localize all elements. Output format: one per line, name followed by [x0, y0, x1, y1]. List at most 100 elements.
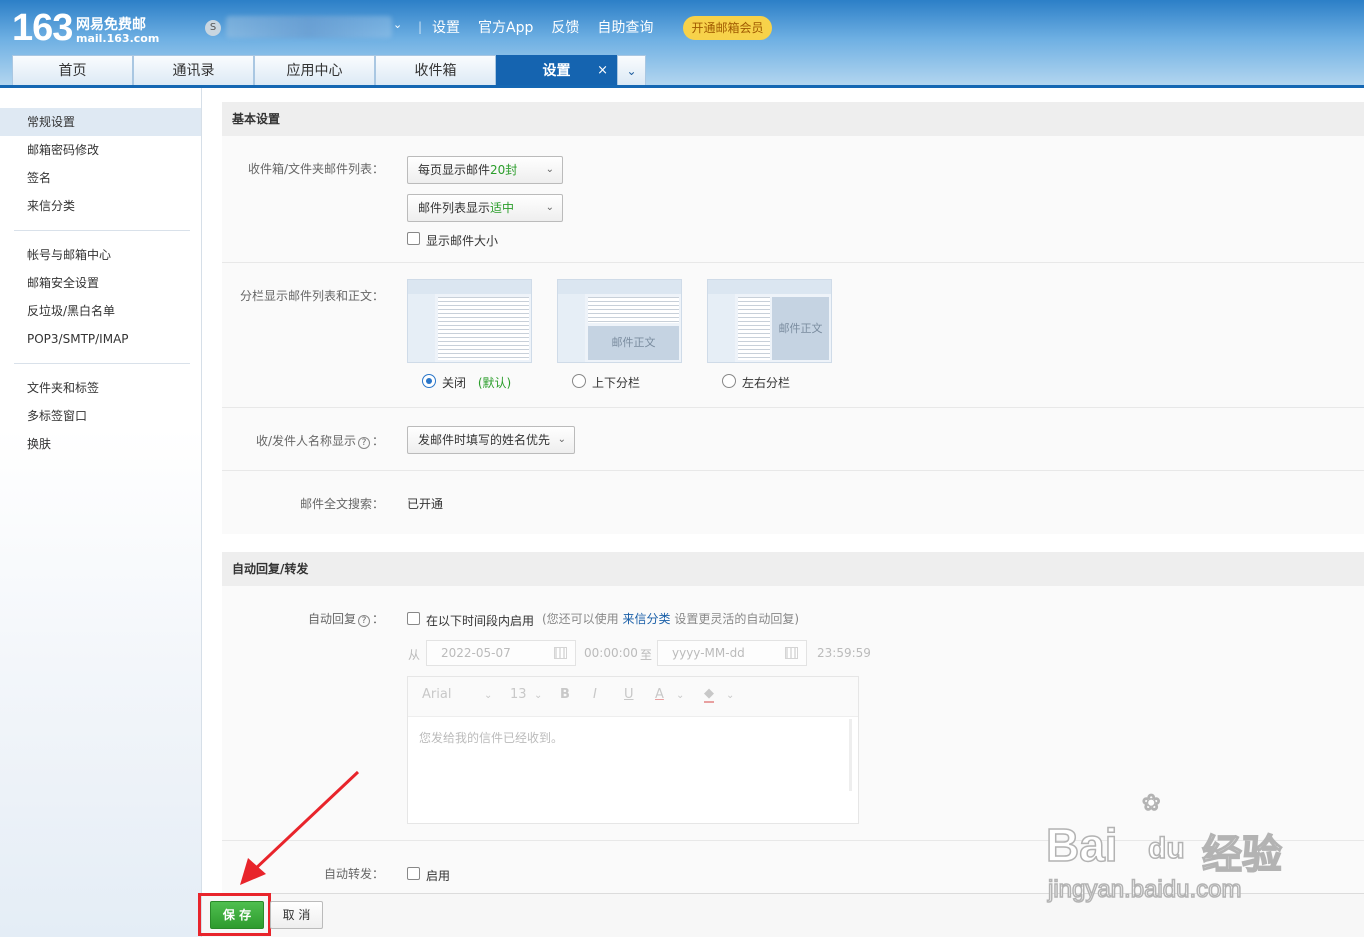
- show-size-checkbox[interactable]: [407, 232, 420, 245]
- per-page-select[interactable]: 每页显示邮件20封 ⌄: [407, 156, 563, 184]
- annotation-arrow: [240, 770, 360, 885]
- sidebar-item-general[interactable]: 常规设置: [0, 108, 201, 136]
- forward-checkbox[interactable]: [407, 867, 420, 880]
- sidebar-item-signature[interactable]: 签名: [0, 164, 201, 192]
- divider: [14, 363, 190, 364]
- auto-reply-checkbox[interactable]: [407, 612, 420, 625]
- highlight-icon[interactable]: ◆: [704, 687, 714, 703]
- vip-button[interactable]: 开通邮箱会员: [683, 16, 772, 40]
- start-date-input[interactable]: 2022-05-07: [426, 640, 576, 666]
- tab-bar: 首页 通讯录 应用中心 收件箱 设置 × ⌄: [12, 55, 646, 86]
- preview-bar: [558, 280, 681, 294]
- split-default-text: (默认): [477, 376, 512, 390]
- split-off-preview[interactable]: [407, 279, 532, 363]
- link-feedback[interactable]: 反馈: [551, 17, 579, 37]
- tab-app-center[interactable]: 应用中心: [254, 55, 375, 86]
- density-select[interactable]: 邮件列表显示适中 ⌄: [407, 194, 563, 222]
- divider: [222, 262, 1364, 263]
- link-self-service[interactable]: 自助查询: [597, 17, 653, 37]
- filters-link[interactable]: 来信分类: [623, 612, 671, 626]
- watermark-brand: Bai: [1045, 818, 1118, 872]
- tab-inbox[interactable]: 收件箱: [375, 55, 496, 86]
- chevron-down-icon: ⌄: [545, 164, 554, 175]
- start-time: 00:00:00: [584, 646, 638, 660]
- help-icon[interactable]: ?: [357, 437, 370, 449]
- sidebar-item-filters[interactable]: 来信分类: [0, 192, 201, 220]
- logo-domain: mail.163.com: [76, 32, 160, 45]
- end-date-input[interactable]: yyyy-MM-dd: [657, 640, 807, 666]
- logo-name: 网易免费邮: [76, 17, 146, 33]
- calendar-icon[interactable]: [554, 647, 567, 659]
- editor-toolbar: Arial ⌄ 13 ⌄ B I U A ⌄ ◆ ⌄: [408, 677, 858, 717]
- split-lr-label: 左右分栏: [742, 376, 791, 390]
- link-settings[interactable]: 设置: [432, 17, 460, 37]
- logo-number: 163: [12, 7, 73, 49]
- tab-settings[interactable]: 设置 ×: [496, 55, 617, 86]
- chevron-down-icon: ⌄: [726, 690, 735, 701]
- show-size-label: 显示邮件大小: [426, 234, 499, 248]
- bold-icon[interactable]: B: [560, 687, 570, 702]
- cancel-button[interactable]: 取 消: [270, 901, 323, 929]
- section-basic-header: 基本设置: [222, 102, 1364, 136]
- sidebar: 常规设置 邮箱密码修改 签名 来信分类 帐号与邮箱中心 邮箱安全设置 反垃圾/黑…: [0, 88, 202, 937]
- tab-contacts[interactable]: 通讯录: [133, 55, 254, 86]
- sidebar-item-pop3[interactable]: POP3/SMTP/IMAP: [0, 325, 201, 353]
- sidebar-item-folders[interactable]: 文件夹和标签: [0, 374, 201, 402]
- split-lr-radio[interactable]: [722, 374, 736, 388]
- split-lr-preview[interactable]: 邮件正文: [707, 279, 832, 363]
- preview-list: [738, 297, 770, 360]
- to-label: 至: [640, 648, 653, 662]
- split-off-radio[interactable]: [422, 374, 436, 388]
- scrollbar[interactable]: [849, 719, 852, 791]
- sender-label: 收/发件人名称显示?：: [255, 434, 384, 449]
- divider: [14, 230, 190, 231]
- search-label: 邮件全文搜索：: [299, 497, 384, 511]
- font-color-icon[interactable]: A: [655, 687, 664, 702]
- chevron-down-icon[interactable]: ⌄: [393, 18, 402, 31]
- split-tb-preview[interactable]: 邮件正文: [557, 279, 682, 363]
- preview-body: 邮件正文: [772, 297, 829, 360]
- split-off-text: 关闭: [442, 376, 467, 390]
- sidebar-item-skin[interactable]: 换肤: [0, 430, 201, 458]
- preview-side: [408, 294, 435, 362]
- sender-label-text: 收/发件人名称显示: [255, 434, 356, 448]
- divider: [222, 407, 1364, 408]
- sidebar-item-antispam[interactable]: 反垃圾/黑白名单: [0, 297, 201, 325]
- sender-display-value: 发邮件时填写的姓名优先: [418, 433, 551, 447]
- calendar-icon[interactable]: [785, 647, 798, 659]
- per-page-value: 20封: [490, 163, 518, 177]
- sender-display-select[interactable]: 发邮件时填写的姓名优先 ⌄: [407, 426, 575, 454]
- coin-icon[interactable]: S: [205, 20, 221, 36]
- preview-bar: [708, 280, 831, 294]
- end-time: 23:59:59: [817, 646, 871, 660]
- divider: [222, 470, 1364, 471]
- chevron-down-icon: ⌄: [557, 434, 566, 445]
- account-name[interactable]: [226, 16, 392, 38]
- watermark: Bai ❀ du 经验 jingyan.baidu.com: [1040, 789, 1300, 910]
- tab-home[interactable]: 首页: [12, 55, 133, 86]
- help-icon[interactable]: ?: [357, 615, 370, 627]
- auto-reply-label: 自动回复?：: [307, 612, 384, 627]
- list-label: 收件箱/文件夹邮件列表：: [247, 162, 384, 176]
- sidebar-item-account[interactable]: 帐号与邮箱中心: [0, 241, 201, 269]
- sidebar-item-password[interactable]: 邮箱密码修改: [0, 136, 201, 164]
- density-prefix: 邮件列表显示: [418, 201, 491, 215]
- close-icon[interactable]: ×: [597, 56, 608, 86]
- italic-icon[interactable]: I: [593, 687, 597, 702]
- reply-text[interactable]: 您发给我的信件已经收到。: [419, 729, 563, 746]
- tab-more-button[interactable]: ⌄: [617, 55, 646, 86]
- chevron-down-icon: ⌄: [545, 202, 554, 213]
- preview-list: [438, 297, 529, 360]
- font-family-select[interactable]: Arial: [422, 687, 451, 702]
- preview-body: 邮件正文: [588, 326, 679, 360]
- underline-icon[interactable]: U: [624, 687, 634, 702]
- sidebar-item-security[interactable]: 邮箱安全设置: [0, 269, 201, 297]
- link-official-app[interactable]: 官方App: [478, 17, 533, 37]
- from-label: 从: [408, 648, 421, 662]
- top-links: | 设置 官方App 反馈 自助查询: [418, 17, 671, 37]
- preview-bar: [408, 280, 531, 294]
- split-tb-radio[interactable]: [572, 374, 586, 388]
- sidebar-item-multitab[interactable]: 多标签窗口: [0, 402, 201, 430]
- font-size-select[interactable]: 13: [510, 687, 527, 702]
- preview-side: [708, 294, 735, 362]
